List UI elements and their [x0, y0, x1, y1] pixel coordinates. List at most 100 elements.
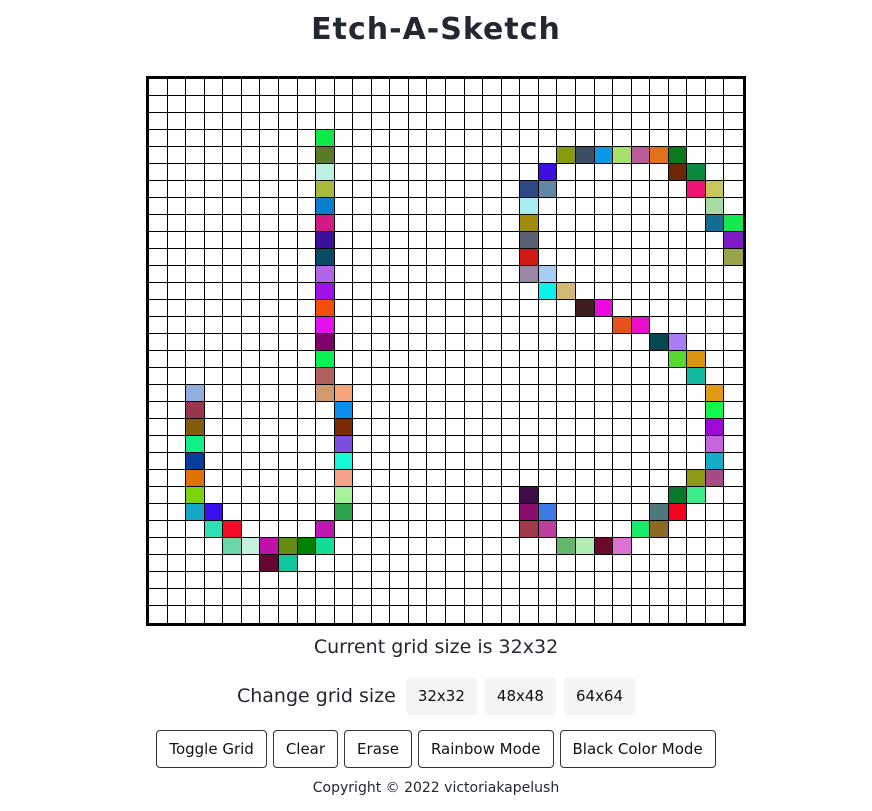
grid-cell[interactable] [371, 436, 391, 453]
grid-cell[interactable] [167, 504, 187, 521]
grid-cell[interactable] [334, 351, 354, 368]
grid-cell[interactable] [631, 96, 651, 113]
grid-cell[interactable] [724, 181, 743, 198]
grid-cell[interactable] [260, 283, 279, 300]
grid-cell[interactable] [575, 385, 595, 402]
grid-cell[interactable] [520, 555, 539, 572]
grid-cell[interactable] [390, 470, 409, 487]
grid-cell[interactable] [353, 402, 372, 419]
grid-cell[interactable] [650, 487, 669, 504]
grid-cell[interactable] [650, 317, 669, 334]
grid-cell[interactable] [687, 436, 706, 453]
grid-cell[interactable] [297, 453, 317, 470]
grid-cell[interactable] [167, 572, 187, 589]
grid-cell[interactable] [650, 130, 669, 147]
grid-cell[interactable] [427, 402, 446, 419]
grid-cell[interactable] [241, 113, 261, 130]
grid-cell[interactable] [353, 419, 372, 436]
grid-cell[interactable] [316, 317, 335, 334]
grid-cell[interactable] [316, 79, 335, 96]
grid-cell[interactable] [241, 249, 261, 266]
grid-cell[interactable] [186, 589, 205, 606]
grid-cell[interactable] [334, 96, 354, 113]
grid-cell[interactable] [575, 334, 595, 351]
grid-cell[interactable] [353, 436, 372, 453]
grid-cell[interactable] [408, 198, 428, 215]
grid-cell[interactable] [186, 402, 205, 419]
grid-cell[interactable] [483, 606, 502, 623]
grid-cell[interactable] [390, 181, 409, 198]
grid-cell[interactable] [501, 504, 521, 521]
grid-cell[interactable] [705, 504, 725, 521]
grid-cell[interactable] [241, 351, 261, 368]
grid-cell[interactable] [278, 249, 298, 266]
grid-cell[interactable] [408, 96, 428, 113]
grid-cell[interactable] [390, 147, 409, 164]
grid-cell[interactable] [223, 334, 242, 351]
grid-cell[interactable] [297, 351, 317, 368]
grid-cell[interactable] [427, 385, 446, 402]
grid-cell[interactable] [724, 385, 743, 402]
grid-cell[interactable] [613, 402, 632, 419]
grid-cell[interactable] [297, 164, 317, 181]
grid-cell[interactable] [594, 402, 614, 419]
grid-cell[interactable] [408, 147, 428, 164]
grid-cell[interactable] [613, 385, 632, 402]
grid-cell[interactable] [575, 266, 595, 283]
grid-cell[interactable] [724, 470, 743, 487]
grid-cell[interactable] [446, 572, 465, 589]
grid-cell[interactable] [278, 215, 298, 232]
grid-cell[interactable] [427, 249, 446, 266]
grid-cell[interactable] [334, 555, 354, 572]
grid-cell[interactable] [687, 589, 706, 606]
grid-cell[interactable] [223, 606, 242, 623]
grid-cell[interactable] [353, 368, 372, 385]
grid-cell[interactable] [575, 181, 595, 198]
grid-cell[interactable] [705, 113, 725, 130]
grid-cell[interactable] [427, 351, 446, 368]
grid-cell[interactable] [687, 402, 706, 419]
grid-cell[interactable] [149, 198, 168, 215]
grid-cell[interactable] [204, 572, 224, 589]
grid-cell[interactable] [390, 589, 409, 606]
grid-cell[interactable] [668, 453, 688, 470]
grid-cell[interactable] [260, 79, 279, 96]
grid-cell[interactable] [186, 436, 205, 453]
grid-cell[interactable] [371, 317, 391, 334]
grid-cell[interactable] [705, 130, 725, 147]
grid-cell[interactable] [668, 96, 688, 113]
grid-cell[interactable] [278, 453, 298, 470]
grid-cell[interactable] [538, 504, 558, 521]
grid-cell[interactable] [167, 249, 187, 266]
grid-cell[interactable] [687, 198, 706, 215]
grid-cell[interactable] [668, 385, 688, 402]
grid-cell[interactable] [464, 283, 484, 300]
grid-cell[interactable] [613, 334, 632, 351]
grid-cell[interactable] [297, 368, 317, 385]
grid-cell[interactable] [594, 181, 614, 198]
grid-cell[interactable] [427, 215, 446, 232]
grid-cell[interactable] [316, 215, 335, 232]
grid-cell[interactable] [650, 164, 669, 181]
grid-cell[interactable] [501, 334, 521, 351]
grid-cell[interactable] [390, 572, 409, 589]
grid-cell[interactable] [427, 487, 446, 504]
grid-cell[interactable] [446, 334, 465, 351]
grid-cell[interactable] [167, 283, 187, 300]
grid-cell[interactable] [149, 283, 168, 300]
grid-cell[interactable] [223, 317, 242, 334]
grid-cell[interactable] [204, 79, 224, 96]
grid-cell[interactable] [557, 351, 576, 368]
grid-cell[interactable] [186, 385, 205, 402]
grid-cell[interactable] [260, 300, 279, 317]
grid-cell[interactable] [371, 453, 391, 470]
grid-cell[interactable] [501, 521, 521, 538]
grid-cell[interactable] [613, 572, 632, 589]
grid-cell[interactable] [260, 487, 279, 504]
grid-cell[interactable] [390, 436, 409, 453]
grid-cell[interactable] [204, 538, 224, 555]
grid-cell[interactable] [371, 504, 391, 521]
grid-cell[interactable] [650, 504, 669, 521]
grid-cell[interactable] [724, 198, 743, 215]
grid-cell[interactable] [390, 317, 409, 334]
